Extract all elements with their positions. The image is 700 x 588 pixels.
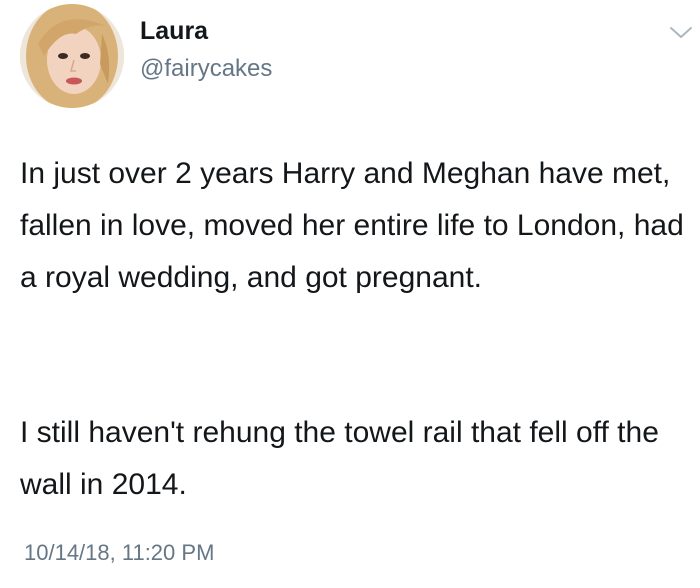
tweet-text-paragraph-1: In just over 2 years Harry and Meghan ha… — [20, 157, 684, 294]
user-handle[interactable]: @fairycakes — [140, 54, 272, 84]
tweet-card: Laura @fairycakes In just over 2 years H… — [0, 0, 700, 588]
tweet-timestamp[interactable]: 10/14/18, 11:20 PM — [24, 539, 214, 567]
tweet-text-paragraph-2: I still haven't rehung the towel rail th… — [20, 416, 659, 501]
avatar[interactable] — [20, 4, 124, 108]
avatar-image — [20, 4, 124, 108]
chevron-down-icon[interactable] — [668, 24, 694, 42]
display-name[interactable]: Laura — [140, 16, 208, 46]
